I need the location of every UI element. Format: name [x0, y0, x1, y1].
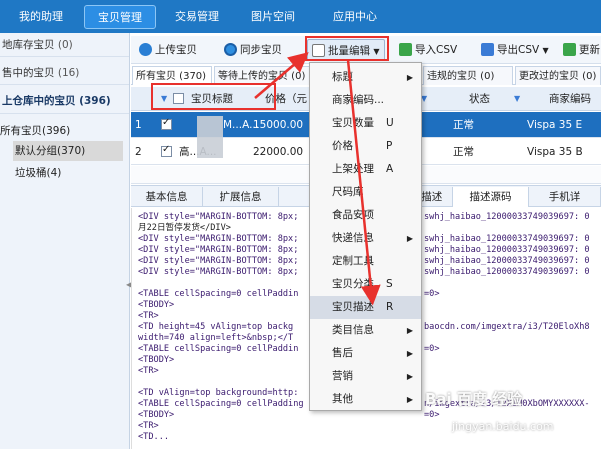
annotation-arrows: [254, 52, 381, 306]
arrow-to-description-icon: [346, 59, 381, 306]
watermark-logo: Bai 百度 经验: [425, 390, 523, 408]
arrow-to-batch-edit-icon: [254, 52, 309, 99]
watermark-url: jingyan.baidu.com: [452, 420, 554, 433]
